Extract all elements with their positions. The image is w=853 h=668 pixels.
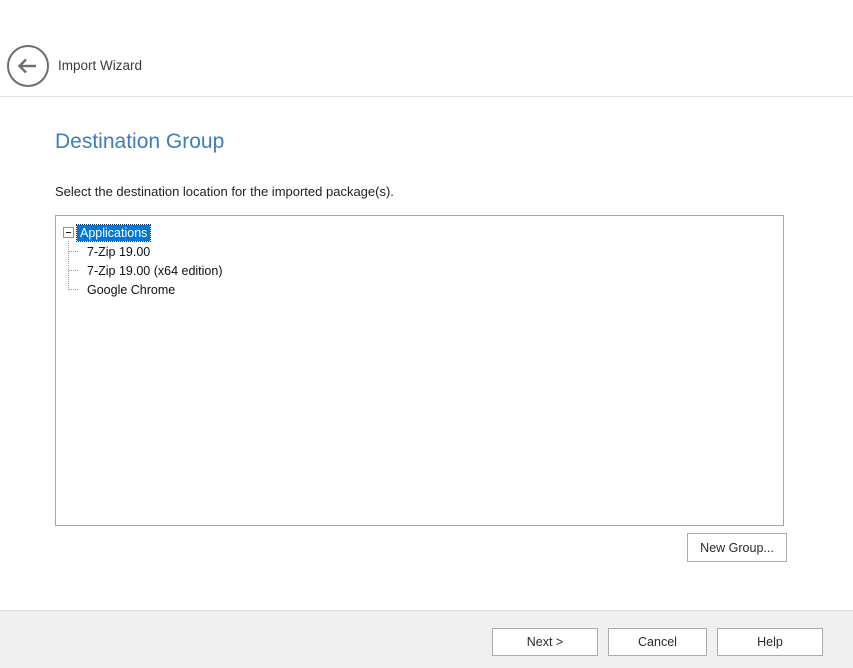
wizard-header: Import Wizard [0,0,853,97]
tree-children: 7-Zip 19.00 7-Zip 19.00 (x64 edition) Go… [56,242,783,299]
tree-node-applications[interactable]: Applications [77,225,150,241]
tree-view: Applications 7-Zip 19.00 7-Zip 19.00 (x6… [56,216,783,299]
tree-node-google-chrome[interactable]: Google Chrome [85,282,177,298]
destination-group-tree[interactable]: Applications 7-Zip 19.00 7-Zip 19.00 (x6… [55,215,784,526]
left-arrow-icon [15,53,41,79]
tree-row-root: Applications [56,223,783,242]
cancel-button[interactable]: Cancel [608,628,707,656]
import-wizard-window: ✕ Import Wizard Destination Group Select… [0,0,853,668]
next-button[interactable]: Next > [492,628,598,656]
tree-row: Google Chrome [56,280,783,299]
tree-node-7zip[interactable]: 7-Zip 19.00 [85,244,152,260]
tree-node-7zip-x64[interactable]: 7-Zip 19.00 (x64 edition) [85,263,225,279]
help-button[interactable]: Help [717,628,823,656]
tree-row: 7-Zip 19.00 (x64 edition) [56,261,783,280]
tree-row: 7-Zip 19.00 [56,242,783,261]
page-title: Destination Group [55,130,224,154]
back-button[interactable] [7,45,49,87]
collapse-minus-icon[interactable] [63,227,74,238]
instruction-text: Select the destination location for the … [55,184,394,199]
new-group-button[interactable]: New Group... [687,533,787,562]
header-divider [0,96,853,97]
wizard-title: Import Wizard [58,58,142,73]
